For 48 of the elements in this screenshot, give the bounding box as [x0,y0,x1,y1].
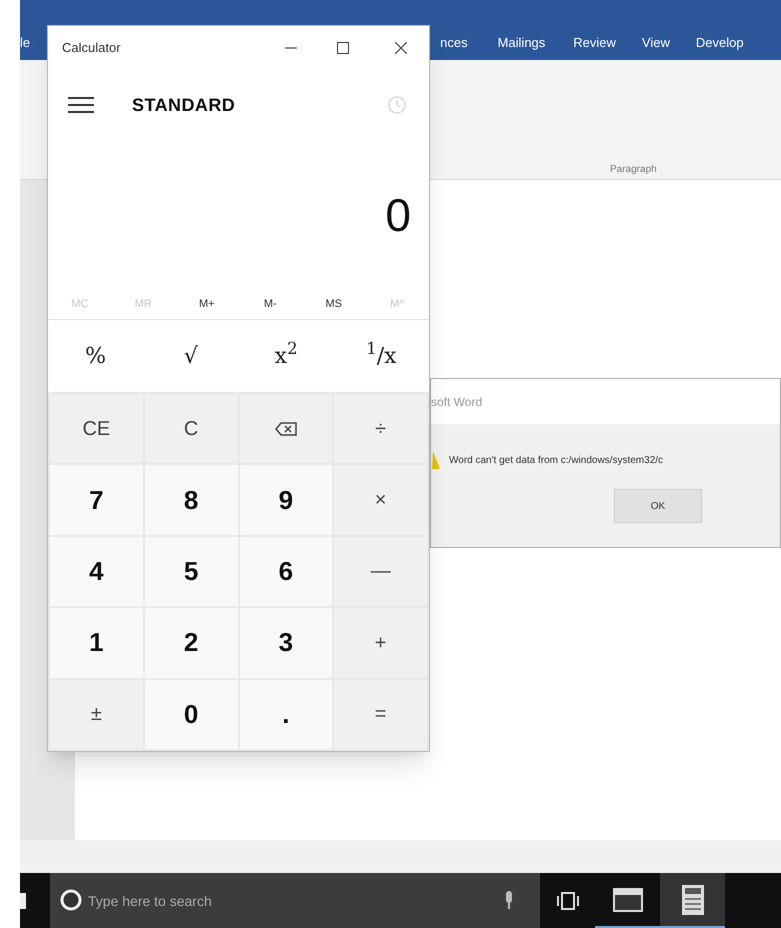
operator-key[interactable]: ± [50,680,143,749]
digit-key[interactable]: 3 [240,608,332,678]
close-icon [395,42,407,54]
search-field[interactable]: Type here to search [50,873,540,928]
operator-key[interactable]: = [334,680,427,749]
mode-title: STANDARD [132,94,236,116]
history-icon [388,96,406,114]
memory-button[interactable]: M+ [194,296,219,313]
ribbon-tab[interactable]: nces [440,32,468,52]
ribbon-tab[interactable]: Develop [696,32,744,52]
operator-key[interactable]: ÷ [334,394,427,464]
operator-key[interactable]: C [144,394,238,464]
menu-icon [68,97,94,113]
minimize-icon [285,47,297,49]
digit-key[interactable]: 4 [50,536,143,606]
digit-key[interactable]: . [240,680,332,749]
operator-key[interactable]: — [334,536,427,606]
digit-key[interactable]: 5 [144,536,238,606]
window-title: Calculator [62,39,122,58]
digit-key[interactable]: 8 [144,465,238,535]
ribbon-tab[interactable]: le [20,32,30,52]
operator-key[interactable]: × [334,465,427,535]
calculator-taskbar-button[interactable] [660,873,725,928]
ribbon-group-label: Paragraph [610,163,657,177]
dialog-message: Word can't get data from c:/windows/system32/c [449,454,664,468]
digit-key[interactable]: 6 [240,536,332,606]
digit-key[interactable]: 9 [240,465,332,535]
task-view-icon [556,892,578,910]
memory-button[interactable]: MS [322,296,346,313]
operator-key[interactable]: CE [50,394,143,464]
backspace-icon [274,422,297,436]
circle-icon [60,889,82,911]
window-icon [612,888,642,912]
dialog-title: soft Word [431,394,482,410]
operator-key[interactable]: + [334,608,427,678]
digit-key[interactable]: 7 [50,465,143,535]
memory-button[interactable]: M- [260,296,281,313]
digit-key[interactable]: 0 [144,680,238,749]
ok-button[interactable]: OK [614,489,702,523]
digit-key[interactable]: 2 [144,608,238,678]
microphone-icon [504,891,514,909]
ribbon-tab[interactable]: Review [573,32,616,52]
maximize-icon [337,42,349,54]
display-value: 0 [385,188,411,242]
ribbon-tab[interactable]: View [642,32,670,52]
digit-key[interactable]: 1 [50,608,143,678]
ribbon-tab[interactable]: Mailings [498,32,546,52]
calculator-icon [682,884,704,914]
